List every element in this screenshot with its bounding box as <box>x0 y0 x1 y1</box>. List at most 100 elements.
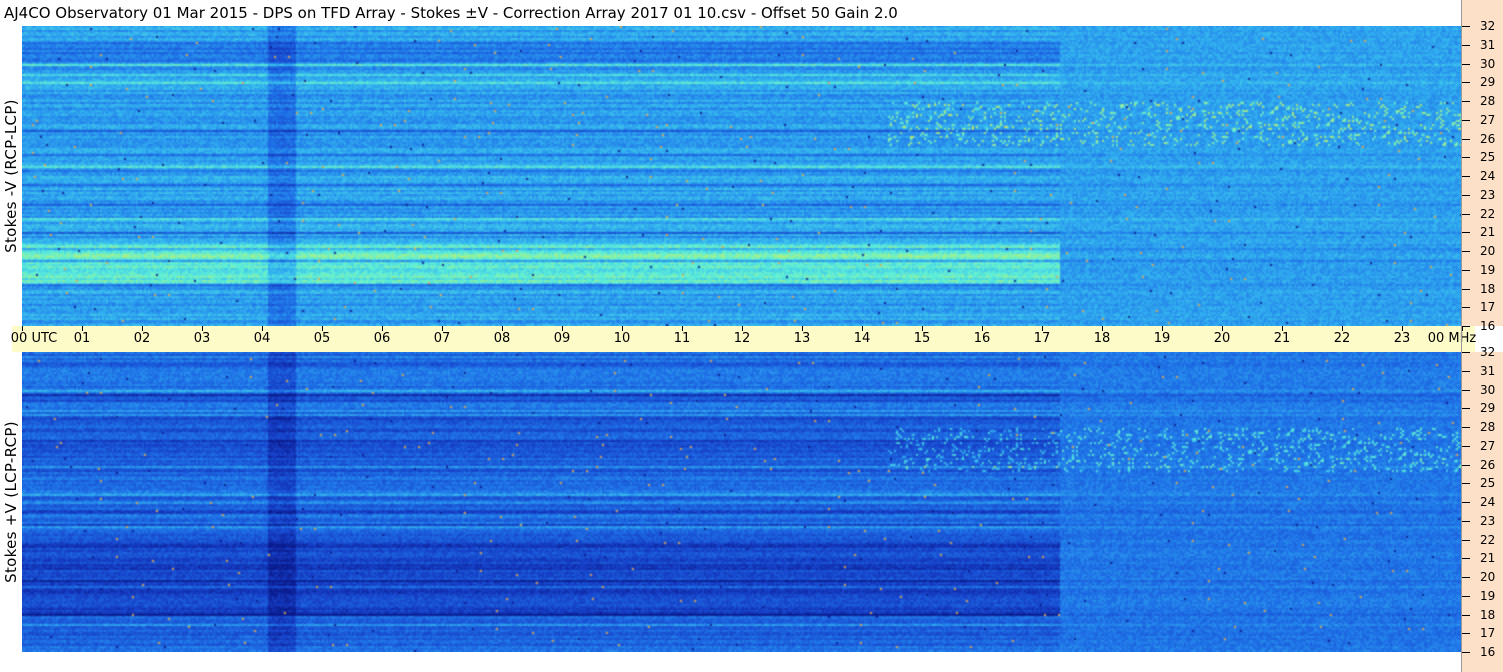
frequency-tick-label: 18 <box>1480 281 1496 296</box>
frequency-tick-label: 23 <box>1480 187 1496 202</box>
frequency-tick-mark <box>1462 370 1470 372</box>
bottom-spectrogram-heatmap <box>22 352 1462 652</box>
time-tick-mark <box>802 326 803 331</box>
frequency-tick-label: 29 <box>1480 401 1496 416</box>
frequency-tick-label: 26 <box>1480 131 1496 146</box>
time-tick-mark <box>562 326 563 331</box>
time-tick-mark <box>742 326 743 331</box>
frequency-tick-label: 21 <box>1480 551 1496 566</box>
time-tick-mark <box>82 326 83 331</box>
time-tick-mark <box>1102 326 1103 331</box>
bottom-spectrogram-panel <box>22 352 1462 652</box>
top-panel-ylabel-text: Stokes -V (RCP-LCP) <box>2 99 21 253</box>
frequency-tick-mark <box>1462 194 1470 196</box>
frequency-tick-label: 24 <box>1480 495 1496 509</box>
frequency-tick-mark <box>1462 269 1470 271</box>
frequency-tick-mark <box>1462 427 1470 428</box>
time-tick-mark <box>1162 326 1163 331</box>
frequency-tick-label: 26 <box>1480 457 1496 472</box>
frequency-tick-label: 21 <box>1480 225 1496 240</box>
frequency-tick-mark <box>1462 119 1470 121</box>
frequency-tick-label: 32 <box>1480 345 1496 359</box>
frequency-tick-label: 20 <box>1480 244 1496 258</box>
frequency-tick-mark <box>1462 176 1470 177</box>
frequency-tick-label: 19 <box>1480 588 1496 603</box>
frequency-tick-label: 25 <box>1480 476 1496 491</box>
time-tick-mark <box>1042 326 1043 331</box>
chart-title: AJ4CO Observatory 01 Mar 2015 - DPS on T… <box>4 4 898 22</box>
frequency-tick-label: 19 <box>1480 262 1496 277</box>
frequency-tick-mark <box>1462 445 1470 447</box>
frequency-tick-mark <box>1462 502 1470 503</box>
time-axis: 00 UTC 01 02 03 04 05 06 07 08 09 10 11 12 13 14 15 16 17… <box>10 326 1477 352</box>
frequency-tick-label: 18 <box>1480 607 1496 622</box>
frequency-tick-label: 30 <box>1480 56 1496 71</box>
frequency-tick-label: 22 <box>1480 206 1496 221</box>
frequency-tick-label: 17 <box>1480 300 1496 315</box>
frequency-tick-label: 27 <box>1480 112 1496 127</box>
time-tick-label: 00 MHz <box>1427 331 1477 346</box>
top-spectrogram-heatmap <box>22 26 1462 326</box>
frequency-tick-mark <box>1462 44 1470 46</box>
time-tick-mark <box>922 326 923 331</box>
time-tick-mark <box>1222 326 1223 331</box>
frequency-tick-label: 31 <box>1480 363 1496 378</box>
frequency-tick-label: 22 <box>1480 532 1496 547</box>
frequency-tick-label: 31 <box>1480 37 1496 52</box>
frequency-tick-mark <box>1462 633 1470 635</box>
top-spectrogram-panel <box>22 26 1462 326</box>
frequency-tick-label: 28 <box>1480 420 1496 434</box>
frequency-tick-mark <box>1462 539 1470 541</box>
frequency-tick-mark <box>1462 614 1470 616</box>
frequency-tick-mark <box>1462 652 1470 653</box>
time-tick-mark <box>682 326 683 331</box>
frequency-tick-label: 20 <box>1480 570 1496 584</box>
frequency-tick-mark <box>1462 26 1470 27</box>
frequency-tick-mark <box>1462 307 1470 309</box>
frequency-tick-mark <box>1462 63 1470 65</box>
time-tick-mark <box>22 326 23 331</box>
frequency-tick-label: 16 <box>1480 645 1496 659</box>
frequency-tick-mark <box>1462 288 1470 290</box>
top-frequency-axis: 16 17 18 19 20 21 22 23 24 25 26 27 28 29 30 31 32 <box>1462 0 1503 332</box>
time-tick-mark <box>622 326 623 331</box>
frequency-tick-mark <box>1462 251 1470 252</box>
frequency-tick-label: 27 <box>1480 438 1496 453</box>
time-tick-mark <box>442 326 443 331</box>
time-tick-mark <box>1402 326 1403 331</box>
time-tick-mark <box>1282 326 1283 331</box>
frequency-tick-mark <box>1462 157 1470 159</box>
frequency-tick-label: 29 <box>1480 75 1496 90</box>
frequency-tick-mark <box>1462 558 1470 560</box>
frequency-tick-mark <box>1462 232 1470 234</box>
frequency-tick-mark <box>1462 464 1470 466</box>
time-tick-mark <box>202 326 203 331</box>
frequency-tick-mark <box>1462 595 1470 597</box>
frequency-tick-mark <box>1462 389 1470 391</box>
frequency-tick-mark <box>1462 483 1470 485</box>
frequency-tick-mark <box>1462 326 1470 327</box>
frequency-tick-mark <box>1462 577 1470 578</box>
time-tick-mark <box>1342 326 1343 331</box>
frequency-tick-mark <box>1462 138 1470 140</box>
time-tick-mark <box>862 326 863 331</box>
time-tick-mark <box>142 326 143 331</box>
frequency-tick-label: 16 <box>1480 319 1496 333</box>
time-tick-mark <box>262 326 263 331</box>
frequency-tick-label: 23 <box>1480 513 1496 528</box>
frequency-tick-label: 28 <box>1480 94 1496 108</box>
frequency-tick-label: 25 <box>1480 150 1496 165</box>
frequency-tick-label: 32 <box>1480 19 1496 33</box>
frequency-tick-mark <box>1462 82 1470 84</box>
bottom-frequency-axis: 16 17 18 19 20 21 22 23 24 25 26 27 28 29 30 31 32 <box>1462 346 1503 672</box>
time-tick-mark <box>382 326 383 331</box>
frequency-tick-label: 17 <box>1480 626 1496 641</box>
top-panel-ylabel: Stokes -V (RCP-LCP) <box>0 26 22 326</box>
time-tick-mark <box>322 326 323 331</box>
time-tick-mark <box>982 326 983 331</box>
bottom-panel-ylabel: Stokes +V (LCP-RCP) <box>0 352 22 652</box>
frequency-tick-mark <box>1462 101 1470 102</box>
time-tick-mark <box>502 326 503 331</box>
time-tick-label: 00 UTC <box>10 331 58 346</box>
frequency-tick-label: 30 <box>1480 382 1496 397</box>
